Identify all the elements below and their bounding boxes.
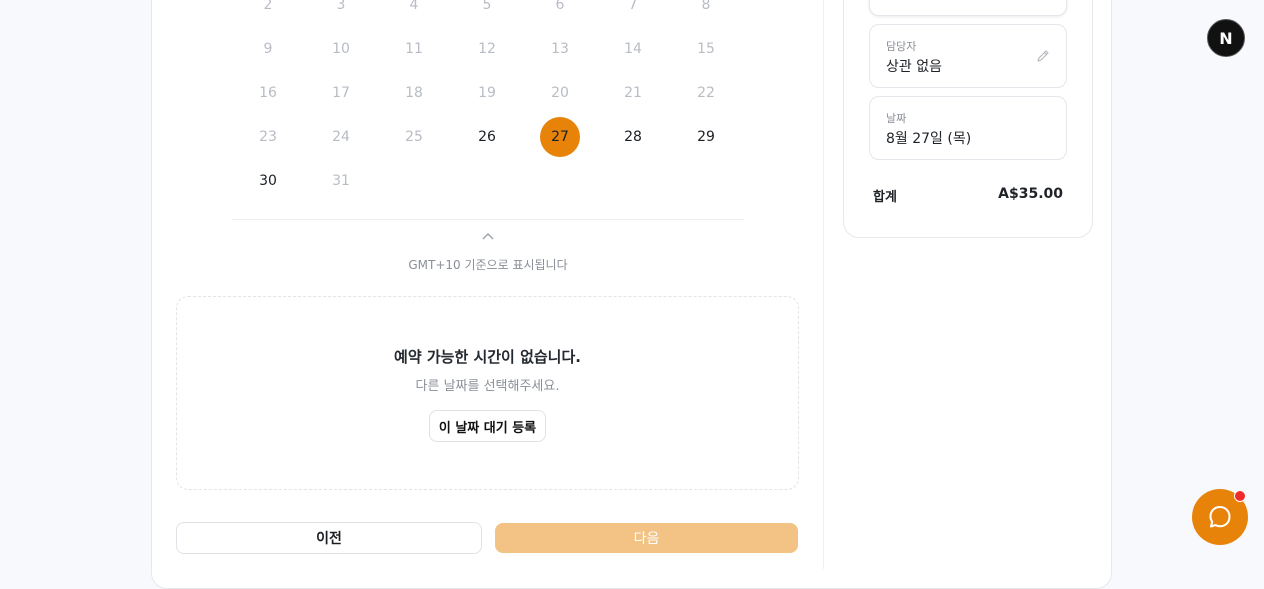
calendar-day: 10 xyxy=(332,41,350,57)
chat-button[interactable] xyxy=(1192,489,1248,545)
timezone-note: GMT+10 기준으로 표시됩니다 xyxy=(408,258,568,272)
calendar-day[interactable]: 29 xyxy=(686,117,726,157)
date-field[interactable]: 날짜 8월 27일 (목) xyxy=(869,96,1067,160)
calendar-day: 25 xyxy=(405,129,423,145)
calendar-day[interactable]: 26 xyxy=(467,117,507,157)
panel-divider xyxy=(823,0,824,569)
date-value: 8월 27일 (목) xyxy=(886,131,972,147)
staff-field[interactable]: 담당자 상관 없음 xyxy=(869,24,1067,88)
calendar-day: 12 xyxy=(478,41,496,57)
total-value: A$35.00 xyxy=(998,186,1063,202)
no-availability-title: 예약 가능한 시간이 없습니다. xyxy=(394,348,581,366)
calendar-day: 11 xyxy=(405,41,423,57)
pencil-icon[interactable] xyxy=(1036,49,1050,63)
calendar-day: 31 xyxy=(332,173,350,189)
calendar-day: 14 xyxy=(624,41,642,57)
calendar-day: 24 xyxy=(332,129,350,145)
calendar-day: 18 xyxy=(405,85,423,101)
staff-label: 담당자 xyxy=(886,40,917,53)
calendar-day: 13 xyxy=(551,41,569,57)
calendar-day: 17 xyxy=(332,85,350,101)
chevron-up-icon[interactable] xyxy=(481,231,495,241)
calendar-day: 16 xyxy=(259,85,277,101)
calendar-day[interactable]: 28 xyxy=(613,117,653,157)
waitlist-button[interactable]: 이 날짜 대기 등록 xyxy=(429,410,546,442)
total-label: 합계 xyxy=(873,190,897,205)
next-button: 다음 xyxy=(495,523,798,553)
staff-value: 상관 없음 xyxy=(886,59,942,75)
no-availability-box: 예약 가능한 시간이 없습니다. 다른 날짜를 선택해주세요. 이 날짜 대기 … xyxy=(176,296,799,490)
calendar-day: 15 xyxy=(697,41,715,57)
calendar-day: 20 xyxy=(551,85,569,101)
prev-button[interactable]: 이전 xyxy=(176,522,482,554)
chat-bubble-icon xyxy=(1209,506,1231,528)
calendar-day[interactable]: 30 xyxy=(248,161,288,201)
calendar-divider xyxy=(232,219,744,220)
notification-dot xyxy=(1234,490,1246,502)
calendar-day: 21 xyxy=(624,85,642,101)
calendar-day: 22 xyxy=(697,85,715,101)
date-label: 날짜 xyxy=(886,112,907,125)
summary-field-top xyxy=(869,0,1067,16)
calendar-day: 23 xyxy=(259,129,277,145)
calendar-day: 19 xyxy=(478,85,496,101)
calendar-day: 9 xyxy=(263,41,273,57)
calendar-day-selected[interactable]: 27 xyxy=(540,117,580,157)
n-badge[interactable]: N xyxy=(1207,19,1245,57)
no-availability-subtitle: 다른 날짜를 선택해주세요. xyxy=(415,379,560,394)
